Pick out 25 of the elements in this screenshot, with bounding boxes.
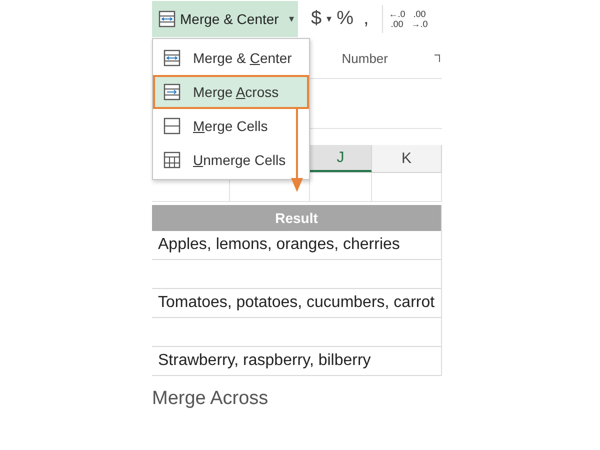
currency-button[interactable]: $ bbox=[306, 8, 327, 30]
currency-caret[interactable]: ▾ bbox=[326, 13, 332, 25]
column-header[interactable]: K bbox=[372, 145, 442, 172]
column-header[interactable]: J bbox=[310, 145, 372, 172]
menu-item[interactable]: Unmerge Cells bbox=[153, 143, 309, 177]
unmerge-merge-icon bbox=[163, 151, 181, 169]
table-cell: Apples, lemons, oranges, cherries bbox=[152, 231, 441, 260]
decimal-button[interactable]: .00 →.0 bbox=[411, 9, 428, 29]
menu-item[interactable]: Merge Across bbox=[153, 75, 309, 109]
menu-item[interactable]: Merge & Center bbox=[153, 41, 309, 75]
result-header: Result bbox=[152, 205, 441, 231]
menu-item[interactable]: Merge Cells bbox=[153, 109, 309, 143]
merge-center-icon bbox=[158, 10, 176, 28]
merge-and-center-button[interactable]: Merge & Center ▾ bbox=[152, 1, 298, 37]
table-cell: Tomatoes, potatoes, cucumbers, carrot bbox=[152, 289, 441, 318]
center-merge-icon bbox=[163, 49, 181, 67]
across-merge-icon bbox=[163, 83, 181, 101]
cells-merge-icon bbox=[163, 117, 181, 135]
group-label: Number bbox=[342, 50, 388, 66]
percent-button[interactable]: % bbox=[332, 8, 358, 30]
comma-button[interactable]: , bbox=[358, 8, 374, 30]
table-cell: Strawberry, raspberry, bilberry bbox=[152, 347, 441, 376]
caption: Merge Across bbox=[152, 388, 270, 410]
launcher-icon[interactable] bbox=[434, 54, 440, 62]
decimal-button[interactable]: ←.0 .00 bbox=[388, 9, 406, 29]
